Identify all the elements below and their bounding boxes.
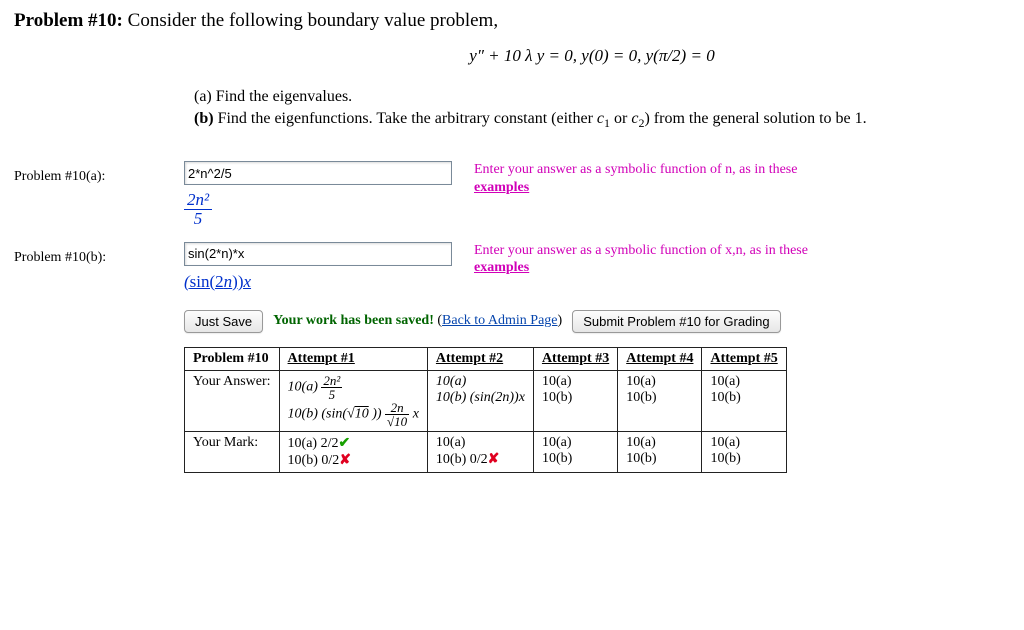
problem-number: Problem #10: bbox=[14, 10, 123, 31]
label-10b: Problem #10(b): bbox=[14, 242, 184, 266]
cross-icon: ✘ bbox=[339, 453, 351, 468]
saved-message: Your work has been saved! bbox=[273, 313, 434, 328]
answer-attempt-5: 10(a) 10(b) bbox=[702, 370, 786, 431]
header-attempt-5[interactable]: Attempt #5 bbox=[710, 351, 777, 366]
part-a: (a) Find the eigenvalues. bbox=[194, 88, 1010, 106]
answer-attempt-1: 10(a) 2n²5 10(b) (sin(√10 )) 2n√10 x bbox=[279, 370, 427, 431]
problem-intro: Consider the following boundary value pr… bbox=[123, 10, 498, 31]
mark-attempt-3: 10(a) 10(b) bbox=[533, 431, 617, 472]
header-problem: Problem #10 bbox=[185, 347, 280, 370]
examples-link-a[interactable]: examples bbox=[474, 180, 529, 195]
cross-icon: ✘ bbox=[488, 452, 500, 467]
header-attempt-1[interactable]: Attempt #1 bbox=[288, 351, 355, 366]
action-row: Just Save Your work has been saved! (Bac… bbox=[184, 310, 1010, 333]
answer-attempt-3: 10(a) 10(b) bbox=[533, 370, 617, 431]
mark-attempt-4: 10(a) 10(b) bbox=[618, 431, 702, 472]
problem-title: Problem #10: Consider the following boun… bbox=[14, 10, 1010, 32]
table-header-row: Problem #10 Attempt #1 Attempt #2 Attemp… bbox=[185, 347, 787, 370]
attempts-table: Problem #10 Attempt #1 Attempt #2 Attemp… bbox=[184, 347, 787, 473]
row-label-answer: Your Answer: bbox=[185, 370, 280, 431]
hint-10a: Enter your answer as a symbolic function… bbox=[474, 161, 797, 196]
just-save-button[interactable]: Just Save bbox=[184, 310, 263, 333]
examples-link-b[interactable]: examples bbox=[474, 260, 529, 275]
header-attempt-2[interactable]: Attempt #2 bbox=[436, 351, 503, 366]
problem-parts: (a) Find the eigenvalues. (b) Find the e… bbox=[194, 88, 1010, 131]
back-to-admin-link[interactable]: Back to Admin Page bbox=[442, 313, 558, 328]
rendered-10a: 2n²5 bbox=[184, 191, 474, 228]
problem-equation: y″ + 10 λ y = 0, y(0) = 0, y(π/2) = 0 bbox=[174, 46, 1010, 66]
answer-row: Your Answer: 10(a) 2n²5 10(b) (sin(√10 )… bbox=[185, 370, 787, 431]
answer-attempt-4: 10(a) 10(b) bbox=[618, 370, 702, 431]
input-10b[interactable] bbox=[184, 242, 452, 266]
problem-10a-row: Problem #10(a): 2n²5 Enter your answer a… bbox=[14, 161, 1010, 228]
answer-attempt-2: 10(a) 10(b) (sin(2n))x bbox=[427, 370, 533, 431]
check-icon: ✔ bbox=[338, 436, 350, 451]
label-10a: Problem #10(a): bbox=[14, 161, 184, 185]
problem-10b-row: Problem #10(b): (sin(2n))x Enter your an… bbox=[14, 242, 1010, 292]
part-b: (b) Find the eigenfunctions. Take the ar… bbox=[194, 110, 1010, 131]
submit-for-grading-button[interactable]: Submit Problem #10 for Grading bbox=[572, 310, 780, 333]
header-attempt-4[interactable]: Attempt #4 bbox=[626, 351, 693, 366]
row-label-mark: Your Mark: bbox=[185, 431, 280, 472]
mark-row: Your Mark: 10(a) 2/2✔ 10(b) 0/2✘ 10(a) 1… bbox=[185, 431, 787, 472]
mark-attempt-1: 10(a) 2/2✔ 10(b) 0/2✘ bbox=[279, 431, 427, 472]
input-10a[interactable] bbox=[184, 161, 452, 185]
mark-attempt-2: 10(a) 10(b) 0/2✘ bbox=[427, 431, 533, 472]
header-attempt-3[interactable]: Attempt #3 bbox=[542, 351, 609, 366]
hint-10b: Enter your answer as a symbolic function… bbox=[474, 242, 808, 277]
mark-attempt-5: 10(a) 10(b) bbox=[702, 431, 786, 472]
rendered-10b: (sin(2n))x bbox=[184, 272, 474, 292]
